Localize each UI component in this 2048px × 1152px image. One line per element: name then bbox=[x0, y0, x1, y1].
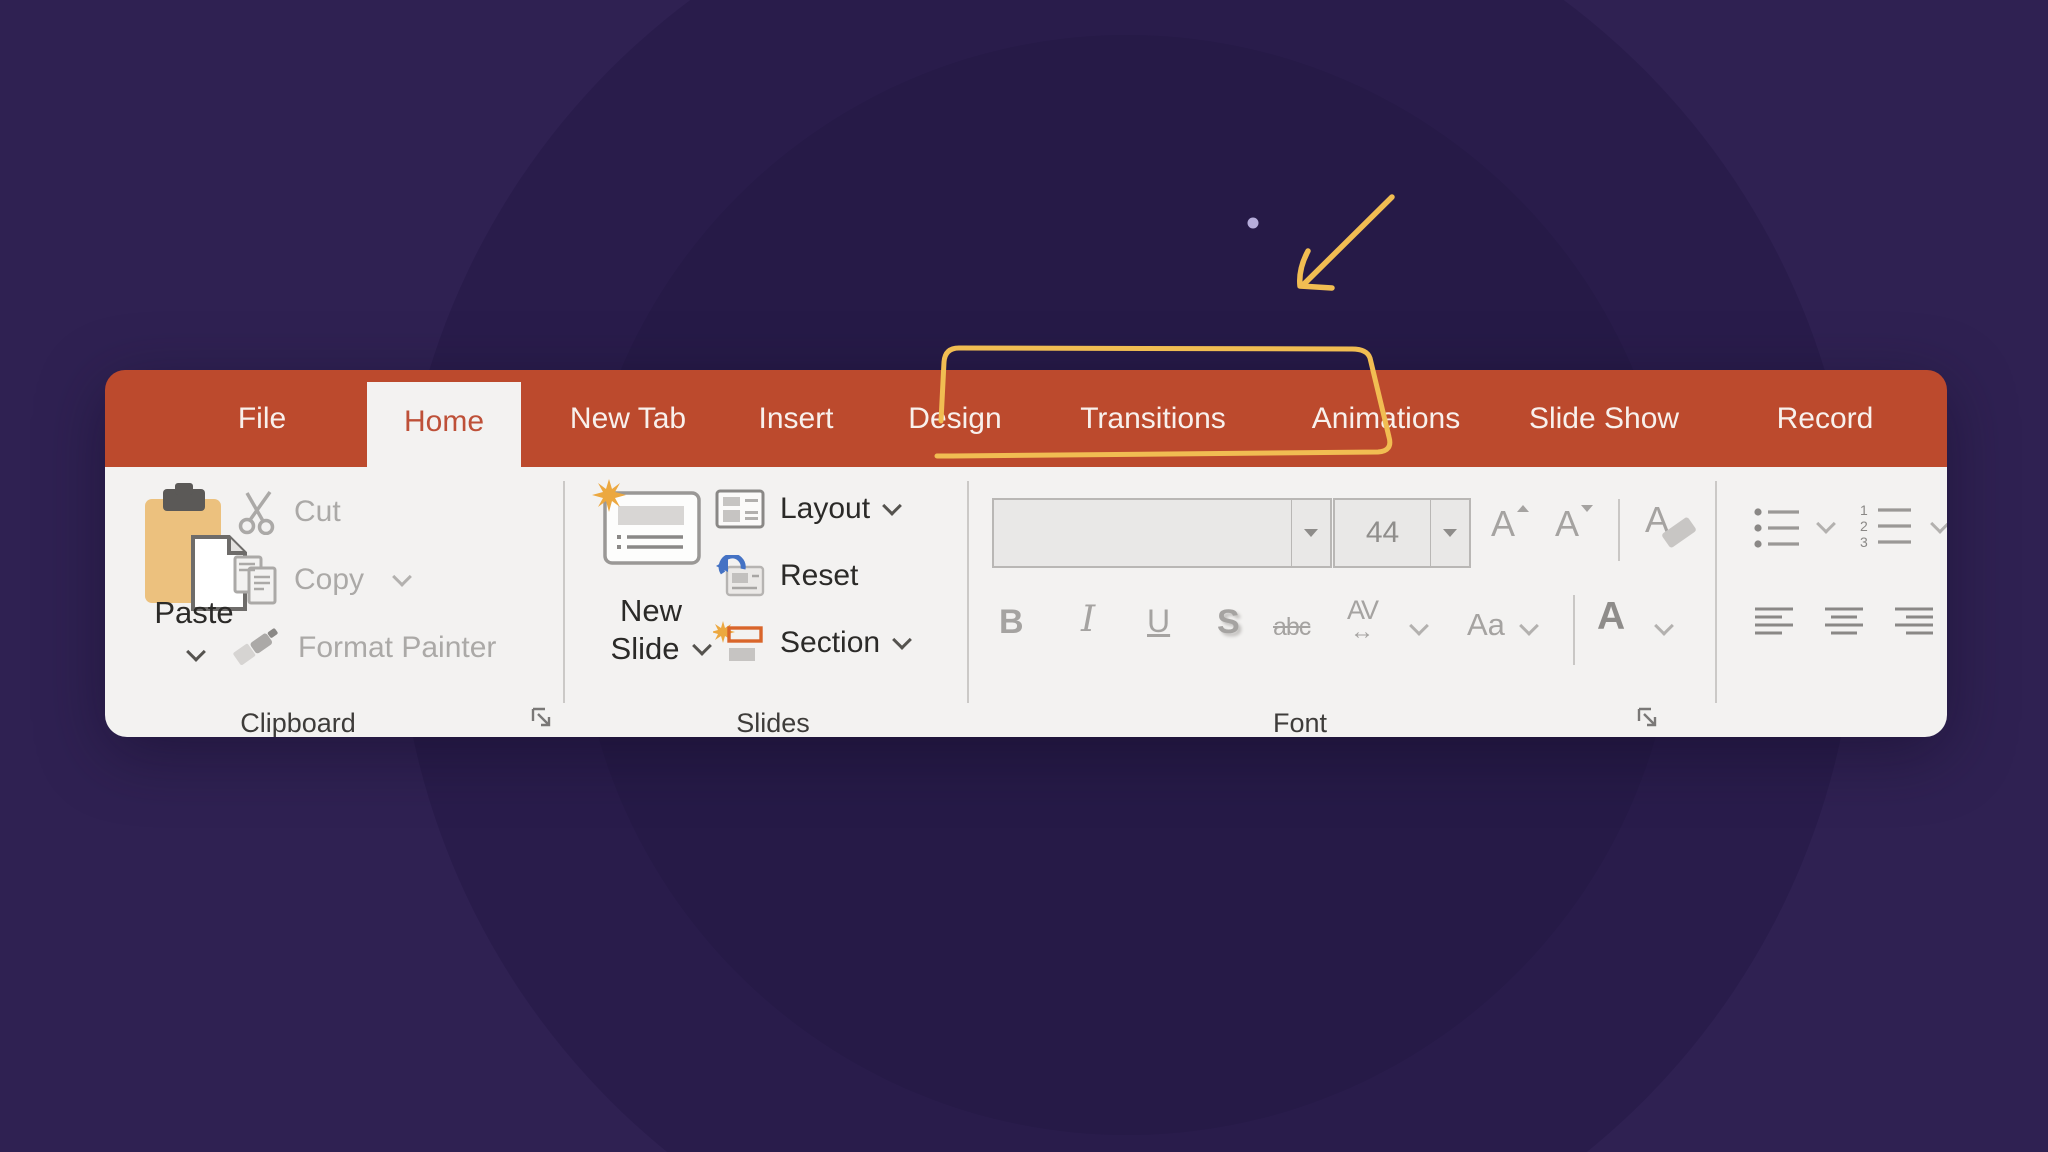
copy-dropdown-chevron-icon[interactable] bbox=[392, 567, 412, 587]
numbering-button[interactable]: 1 2 3 bbox=[1859, 501, 1913, 556]
layout-icon bbox=[715, 489, 765, 529]
format-painter-button[interactable]: Format Painter bbox=[233, 627, 496, 669]
section-dropdown-chevron-icon[interactable] bbox=[892, 630, 912, 650]
copy-button[interactable]: Copy bbox=[233, 555, 409, 605]
copy-label: Copy bbox=[294, 563, 364, 597]
tab-review[interactable]: Review bbox=[1927, 370, 1947, 467]
dropdown-triangle-icon bbox=[1304, 529, 1318, 537]
format-painter-brush-icon bbox=[233, 627, 283, 669]
font-name-value bbox=[994, 500, 1291, 566]
tab-slide-show[interactable]: Slide Show bbox=[1518, 370, 1690, 467]
triangle-down-icon bbox=[1581, 505, 1593, 512]
layout-label: Layout bbox=[780, 492, 870, 526]
group-separator bbox=[563, 481, 565, 703]
tab-home[interactable]: Home bbox=[367, 382, 521, 467]
align-center-icon bbox=[1825, 605, 1865, 641]
tab-new-tab[interactable]: New Tab bbox=[548, 370, 708, 467]
new-slide-label-line1: New bbox=[591, 593, 711, 629]
slides-group-label: Slides bbox=[673, 708, 873, 737]
cut-button[interactable]: Cut bbox=[237, 489, 341, 535]
clipboard-dialog-launcher[interactable] bbox=[529, 705, 555, 731]
font-size-dropdown[interactable] bbox=[1430, 500, 1469, 566]
page-background: File Home New Tab Insert Design Transiti… bbox=[0, 0, 2048, 1152]
layout-dropdown-chevron-icon[interactable] bbox=[882, 496, 902, 516]
tab-record[interactable]: Record bbox=[1760, 370, 1890, 467]
underline-button[interactable]: U bbox=[1147, 603, 1170, 640]
section-icon bbox=[713, 621, 765, 665]
font-color-chevron-icon[interactable] bbox=[1654, 616, 1674, 636]
font-name-dropdown[interactable] bbox=[1291, 500, 1330, 566]
copy-pages-icon bbox=[233, 555, 279, 605]
section-button[interactable]: Section bbox=[713, 621, 909, 665]
font-color-button[interactable]: A bbox=[1597, 595, 1625, 639]
new-slide-label-line2: Slide bbox=[585, 631, 705, 667]
dialog-launcher-icon bbox=[1635, 705, 1661, 731]
reset-label: Reset bbox=[780, 559, 858, 593]
font-name-combobox[interactable] bbox=[992, 498, 1332, 568]
numbering-chevron-icon[interactable] bbox=[1930, 514, 1947, 534]
tab-file[interactable]: File bbox=[217, 370, 307, 467]
font-size-value: 44 bbox=[1335, 500, 1430, 566]
new-slide-icon bbox=[591, 479, 707, 571]
increase-font-size-glyph: A bbox=[1491, 503, 1515, 544]
bullets-chevron-icon[interactable] bbox=[1816, 514, 1836, 534]
reset-button[interactable]: Reset bbox=[715, 555, 858, 597]
tab-design[interactable]: Design bbox=[895, 370, 1015, 467]
align-left-button[interactable] bbox=[1755, 605, 1795, 646]
mini-separator bbox=[1573, 595, 1575, 665]
dialog-launcher-icon bbox=[529, 705, 555, 731]
svg-text:1: 1 bbox=[1860, 502, 1868, 518]
cut-scissors-icon bbox=[237, 489, 279, 535]
align-right-icon bbox=[1895, 605, 1935, 641]
bullets-button[interactable] bbox=[1753, 503, 1801, 558]
font-dialog-launcher[interactable] bbox=[1635, 705, 1661, 731]
tab-insert[interactable]: Insert bbox=[736, 370, 856, 467]
font-size-combobox[interactable]: 44 bbox=[1333, 498, 1471, 568]
italic-button[interactable]: I bbox=[1081, 599, 1095, 640]
tab-animations[interactable]: Animations bbox=[1291, 370, 1481, 467]
dropdown-triangle-icon bbox=[1443, 529, 1457, 537]
align-left-icon bbox=[1755, 605, 1795, 641]
clipboard-group-label: Clipboard bbox=[198, 708, 398, 737]
format-painter-label: Format Painter bbox=[298, 631, 496, 665]
svg-text:2: 2 bbox=[1860, 518, 1868, 534]
align-center-button[interactable] bbox=[1825, 605, 1865, 646]
horizontal-arrow-icon: ↔ bbox=[1350, 620, 1374, 644]
decrease-font-size-button[interactable]: A bbox=[1555, 503, 1579, 545]
numbered-list-icon: 1 2 3 bbox=[1859, 501, 1913, 551]
cut-label: Cut bbox=[294, 495, 341, 529]
change-case-chevron-icon[interactable] bbox=[1519, 616, 1539, 636]
reset-icon bbox=[715, 555, 765, 597]
group-separator bbox=[967, 481, 969, 703]
strikethrough-button[interactable]: abc bbox=[1273, 613, 1310, 642]
layout-button[interactable]: Layout bbox=[715, 489, 899, 529]
group-separator bbox=[1715, 481, 1717, 703]
powerpoint-ribbon: File Home New Tab Insert Design Transiti… bbox=[105, 370, 1947, 737]
align-right-button[interactable] bbox=[1895, 605, 1935, 646]
increase-font-size-button[interactable]: A bbox=[1491, 503, 1515, 545]
ribbon-tab-bar: File Home New Tab Insert Design Transiti… bbox=[105, 370, 1947, 467]
bold-button[interactable]: B bbox=[999, 603, 1024, 642]
svg-text:3: 3 bbox=[1860, 534, 1868, 550]
ribbon-body: Paste Cut bbox=[105, 467, 1947, 737]
decrease-font-size-glyph: A bbox=[1555, 503, 1579, 544]
text-shadow-button[interactable]: S bbox=[1217, 603, 1240, 642]
character-spacing-chevron-icon[interactable] bbox=[1409, 616, 1429, 636]
triangle-up-icon bbox=[1517, 505, 1529, 512]
tab-transitions[interactable]: Transitions bbox=[1063, 370, 1243, 467]
font-group-label: Font bbox=[1200, 708, 1400, 737]
mini-separator bbox=[1618, 499, 1620, 561]
section-label: Section bbox=[780, 626, 880, 660]
character-spacing-button[interactable]: AV ↔ bbox=[1347, 597, 1377, 644]
bulleted-list-icon bbox=[1753, 503, 1801, 553]
clear-formatting-button[interactable]: A bbox=[1645, 499, 1669, 541]
change-case-button[interactable]: Aa bbox=[1467, 607, 1505, 643]
paste-dropdown-chevron-icon[interactable] bbox=[186, 642, 206, 662]
